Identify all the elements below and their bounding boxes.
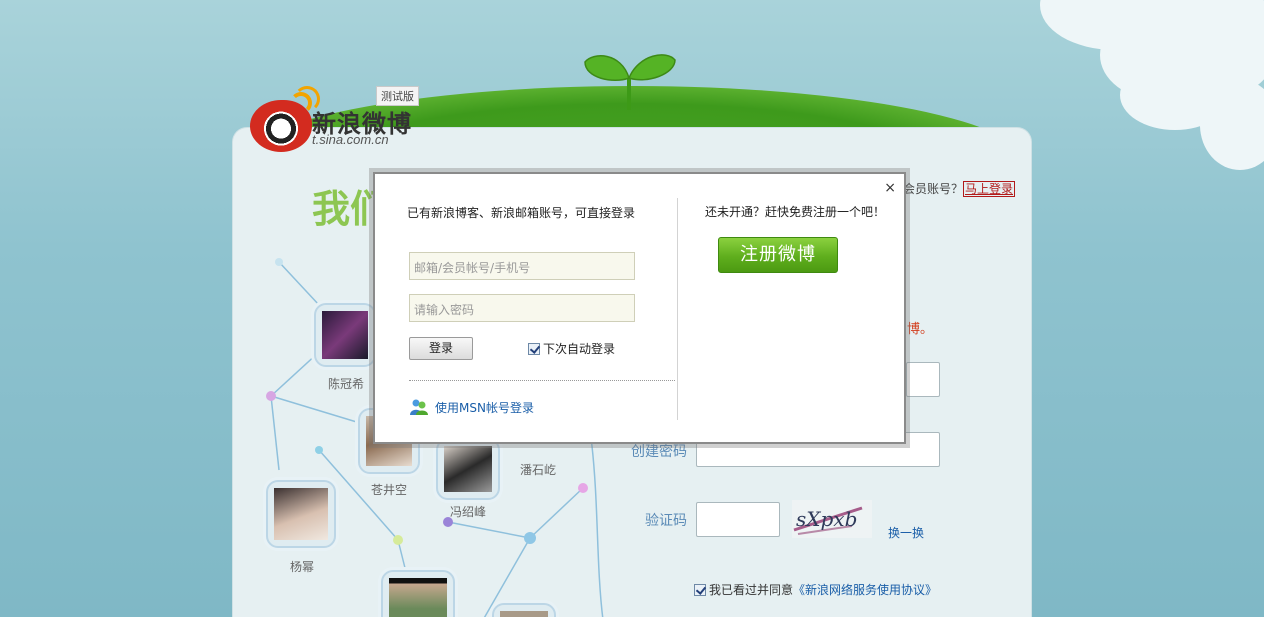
service-agreement-link[interactable]: 《新浪网络服务使用协议》 — [793, 583, 937, 597]
msn-login-link[interactable]: 使用MSN帐号登录 — [409, 398, 534, 416]
login-dialog-title: 已有新浪博客、新浪邮箱账号，可直接登录 — [407, 206, 636, 220]
member-login-prompt: 会员账号？ 马上登录 — [903, 180, 1016, 197]
person-avatar[interactable] — [266, 480, 336, 548]
person-name[interactable]: 陈冠希 — [328, 375, 364, 392]
avatar-photo — [322, 311, 368, 359]
dialog-column-divider — [677, 198, 678, 420]
agree-checkbox[interactable] — [694, 584, 706, 596]
person-name[interactable]: 杨幂 — [290, 558, 314, 575]
auto-login-label[interactable]: 下次自动登录 — [543, 342, 615, 356]
msn-buddy-icon — [410, 399, 428, 415]
avatar-photo — [389, 578, 447, 617]
refresh-captcha-link[interactable]: 换一换 — [888, 524, 924, 541]
login-prompt-text: 会员账号？ — [903, 182, 964, 196]
email-field[interactable] — [906, 362, 940, 397]
captcha-image: sXpxb — [792, 500, 872, 538]
brand-domain: t.sina.com.cn — [312, 132, 389, 147]
msn-login-label[interactable]: 使用MSN帐号登录 — [435, 401, 534, 415]
person-name[interactable]: 潘石屹 — [520, 461, 556, 478]
avatar-photo — [500, 611, 548, 617]
person-name[interactable]: 苍井空 — [371, 481, 407, 498]
password-label: 创建密码 — [631, 444, 687, 460]
person-name[interactable]: 冯绍峰 — [450, 503, 486, 520]
person-avatar[interactable] — [436, 438, 500, 500]
register-button[interactable]: 注册微博 — [718, 237, 838, 273]
agreement-row: 我已看过并同意《新浪网络服务使用协议》 — [694, 581, 937, 598]
captcha-field[interactable] — [696, 502, 780, 537]
username-input[interactable]: 邮箱/会员帐号/手机号 — [409, 252, 635, 280]
agree-text: 我已看过并同意 — [709, 583, 794, 597]
login-button[interactable]: 登录 — [409, 337, 473, 360]
avatar-photo — [274, 488, 328, 540]
close-icon[interactable]: × — [884, 180, 896, 196]
register-prompt: 还未开通？赶快免费注册一个吧！ — [705, 205, 886, 219]
avatar-photo — [444, 446, 492, 492]
login-now-link[interactable]: 马上登录 — [963, 181, 1016, 197]
person-avatar[interactable] — [381, 570, 455, 617]
captcha-label: 验证码 — [645, 513, 687, 529]
person-avatar[interactable] — [314, 303, 376, 367]
notice-text-fragment: 博。 — [907, 322, 934, 337]
dotted-divider — [409, 380, 675, 381]
password-input[interactable]: 请输入密码 — [409, 294, 635, 322]
login-dialog: × 已有新浪博客、新浪邮箱账号，可直接登录 邮箱/会员帐号/手机号 请输入密码 … — [373, 172, 906, 444]
beta-badge: 测试版 — [376, 86, 419, 106]
captcha-text: sXpxb — [796, 507, 857, 531]
person-avatar[interactable] — [492, 603, 556, 617]
sprout-icon — [584, 54, 676, 110]
auto-login-checkbox[interactable] — [528, 343, 540, 355]
auto-login-row: 下次自动登录 — [528, 340, 615, 357]
